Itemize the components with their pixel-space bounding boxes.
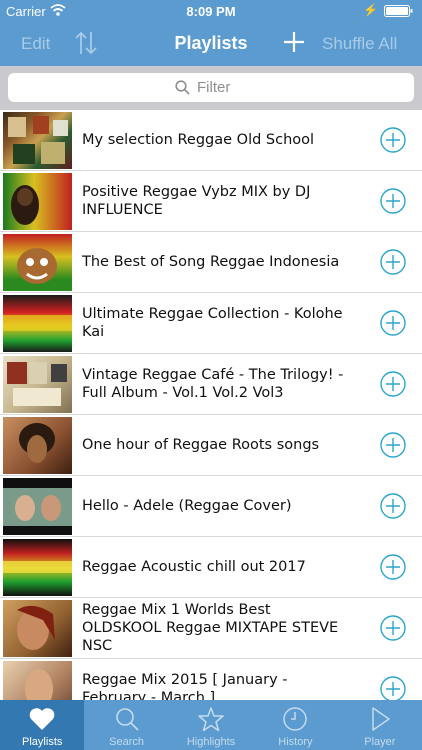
charging-icon: ⚡ bbox=[363, 3, 378, 17]
search-area bbox=[0, 66, 422, 110]
magnifier-icon bbox=[115, 708, 139, 731]
list-item[interactable]: Vintage Reggae Café - The Trilogy! - Ful… bbox=[0, 354, 422, 415]
filter-input[interactable] bbox=[197, 79, 247, 96]
heart-icon bbox=[29, 708, 55, 730]
tab-player[interactable]: Player bbox=[338, 700, 422, 750]
add-icon[interactable] bbox=[380, 554, 406, 580]
playlist-title: One hour of Reggae Roots songs bbox=[82, 437, 320, 453]
playlist-title: Ultimate Reggae Collection - Kolohe Kai bbox=[82, 306, 343, 340]
playlist-thumbnail bbox=[3, 417, 72, 474]
tab-label: History bbox=[278, 736, 313, 748]
list-item[interactable]: Ultimate Reggae Collection - Kolohe Kai bbox=[0, 293, 422, 354]
playlist-title: My selection Reggae Old School bbox=[82, 132, 315, 148]
clock-time: 8:09 PM bbox=[186, 4, 236, 19]
tab-playlists[interactable]: Playlists bbox=[0, 700, 85, 750]
playlist-thumbnail bbox=[3, 539, 72, 596]
tab-label: Playlists bbox=[22, 736, 63, 748]
playlist-title: Reggae Mix 1 Worlds Best OLDSKOOL Reggae… bbox=[82, 602, 339, 654]
add-icon[interactable] bbox=[380, 127, 406, 153]
playlist-thumbnail bbox=[3, 600, 72, 657]
battery-icon bbox=[384, 5, 413, 17]
tab-bar: Playlists Search Highlights History Play… bbox=[0, 700, 422, 750]
play-icon bbox=[372, 707, 390, 731]
list-item[interactable]: Positive Reggae Vybz MIX by DJ INFLUENCE bbox=[0, 171, 422, 232]
list-item[interactable]: Reggae Acoustic chill out 2017 bbox=[0, 537, 422, 598]
tab-history[interactable]: History bbox=[253, 700, 337, 750]
playlist-thumbnail bbox=[3, 234, 72, 291]
playlist-title: Positive Reggae Vybz MIX by DJ INFLUENCE bbox=[82, 184, 311, 218]
list-item[interactable]: Reggae Mix 2015 [ January - February - M… bbox=[0, 659, 422, 700]
list-item[interactable]: My selection Reggae Old School bbox=[0, 110, 422, 171]
clock-icon bbox=[283, 707, 308, 731]
add-icon[interactable] bbox=[380, 676, 406, 700]
playlist-title: Vintage Reggae Café - The Trilogy! - Ful… bbox=[82, 367, 344, 401]
list-item[interactable]: Reggae Mix 1 Worlds Best OLDSKOOL Reggae… bbox=[0, 598, 422, 659]
add-icon[interactable] bbox=[380, 310, 406, 336]
tab-label: Search bbox=[109, 736, 145, 748]
add-icon[interactable] bbox=[380, 615, 406, 641]
playlist-title: Hello - Adele (Reggae Cover) bbox=[82, 498, 292, 514]
playlist-thumbnail bbox=[3, 356, 72, 413]
star-icon bbox=[198, 707, 224, 732]
add-icon[interactable] bbox=[380, 371, 406, 397]
playlist-thumbnail bbox=[3, 112, 72, 169]
tab-label: Highlights bbox=[186, 736, 236, 748]
list-item[interactable]: Hello - Adele (Reggae Cover) bbox=[0, 476, 422, 537]
list-item[interactable]: One hour of Reggae Roots songs bbox=[0, 415, 422, 476]
add-icon[interactable] bbox=[380, 432, 406, 458]
playlist-thumbnail bbox=[3, 478, 72, 535]
add-icon[interactable] bbox=[380, 249, 406, 275]
add-playlist-button[interactable] bbox=[282, 30, 306, 54]
filter-box[interactable] bbox=[8, 73, 414, 102]
playlist-title: Reggae Mix 2015 [ January - February - M… bbox=[82, 672, 288, 700]
add-icon[interactable] bbox=[380, 188, 406, 214]
search-icon bbox=[175, 80, 190, 95]
tab-highlights[interactable]: Highlights bbox=[169, 700, 253, 750]
tab-search[interactable]: Search bbox=[84, 700, 168, 750]
playlist-title: Reggae Acoustic chill out 2017 bbox=[82, 559, 306, 575]
navigation-bar: Edit Playlists Shuffle All bbox=[0, 22, 422, 66]
tab-label: Player bbox=[364, 736, 396, 748]
status-bar: Carrier 8:09 PM ⚡ bbox=[0, 0, 422, 22]
shuffle-all-button[interactable]: Shuffle All bbox=[322, 34, 397, 54]
add-icon[interactable] bbox=[380, 493, 406, 519]
playlist-list: My selection Reggae Old School Positive … bbox=[0, 110, 422, 700]
playlist-thumbnail bbox=[3, 661, 72, 700]
playlist-title: The Best of Song Reggae Indonesia bbox=[82, 254, 340, 270]
playlist-thumbnail bbox=[3, 173, 72, 230]
playlist-thumbnail bbox=[3, 295, 72, 352]
list-item[interactable]: The Best of Song Reggae Indonesia bbox=[0, 232, 422, 293]
